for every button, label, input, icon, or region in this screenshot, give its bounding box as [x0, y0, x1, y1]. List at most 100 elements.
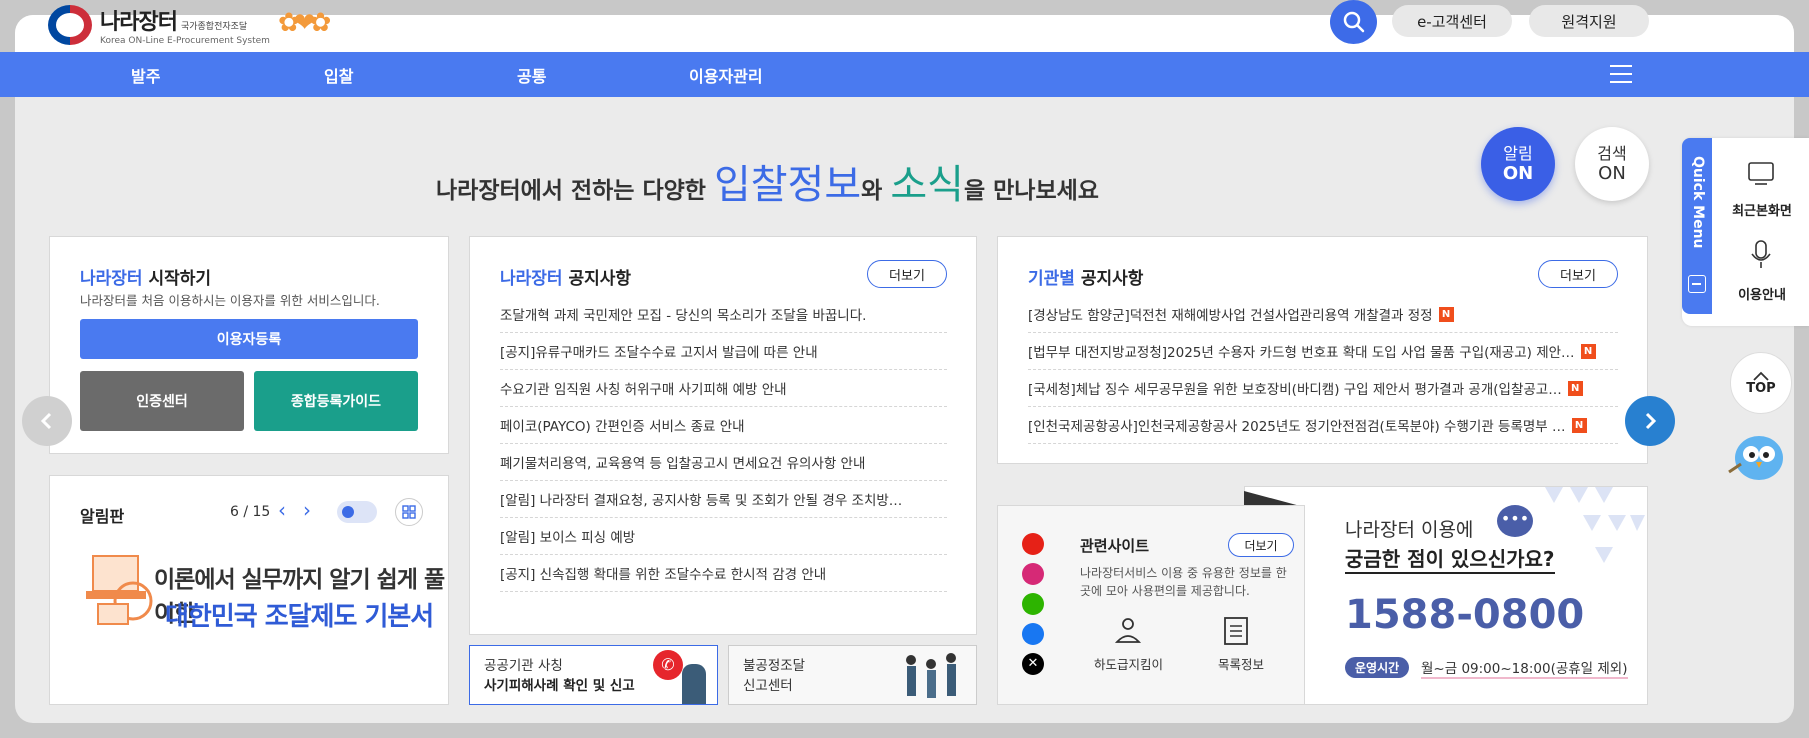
- notice-item[interactable]: 페이코(PAYCO) 간편인증 서비스 종료 안내: [500, 407, 947, 444]
- top-label: TOP: [1746, 380, 1776, 396]
- nav-item-bid[interactable]: 입찰: [324, 63, 353, 87]
- agency-notice-item[interactable]: [경상남도 함양군]덕전천 재해예방사업 건설사업관리용역 개찰결과 정정 N: [1028, 296, 1618, 333]
- quick-menu-recent[interactable]: 최근본화면: [1727, 200, 1797, 219]
- fraud-report-promo[interactable]: 공공기관 사칭 사기피해사례 확인 및 신고 ✆: [469, 645, 718, 705]
- agency-notices-list: [경상남도 함양군]덕전천 재해예방사업 건설사업관리용역 개찰결과 정정 N […: [1028, 296, 1618, 444]
- agency-notice-item[interactable]: [인천국제공항공사]인천국제공항공사 2025년도 정기안전점검(토목분야) 수…: [1028, 407, 1618, 444]
- headline-prefix: 나라장터에서 전하는 다양한: [436, 178, 706, 204]
- related-sites-desc: 나라장터서비스 이용 중 유용한 정보를 한 곳에 모아 사용편의를 제공합니다…: [1080, 566, 1287, 598]
- agency-notices-more-button[interactable]: 더보기: [1538, 260, 1618, 288]
- collapse-icon[interactable]: [1688, 275, 1706, 293]
- callcenter-phone[interactable]: 1588-0800: [1345, 592, 1584, 638]
- agency-notice-text: [인천국제공항공사]인천국제공항공사 2025년도 정기안전점검(토목분야) 수…: [1028, 419, 1566, 435]
- agency-notice-text: [법무부 대전지방교정청]2025년 수용자 카드형 번호표 확대 도입 사업 …: [1028, 345, 1575, 361]
- related-link-catalog[interactable]: 목록정보: [1218, 654, 1264, 673]
- search-button[interactable]: [1330, 0, 1377, 44]
- related-link-subcontract[interactable]: 하도급지킴이: [1094, 654, 1163, 673]
- facebook-icon[interactable]: [1022, 623, 1044, 645]
- callcenter-line2: 궁금한 점이 있으신가요?: [1345, 543, 1555, 574]
- reg-guide-button[interactable]: 종합등록가이드: [254, 371, 418, 431]
- notice-item-text: 조달개혁 과제 국민제안 모집 - 당신의 목소리가 조달을 바꿉니다.: [500, 308, 867, 324]
- mascot-character-icon[interactable]: [1727, 428, 1787, 483]
- notice-item[interactable]: [알림] 나라장터 결재요청, 공지사항 등록 및 조회가 안될 경우 조치방…: [500, 481, 947, 518]
- board-prev-arrow-icon[interactable]: ‹: [278, 498, 286, 522]
- related-sites-more-button[interactable]: 더보기: [1228, 533, 1294, 557]
- agency-notices-card: 기관별 공지사항 더보기 [경상남도 함양군]덕전천 재해예방사업 건설사업관리…: [997, 236, 1648, 464]
- agency-title-highlight: 기관별: [1028, 269, 1075, 289]
- microphone-icon: [1750, 240, 1772, 270]
- nav-item-order[interactable]: 발주: [131, 63, 160, 87]
- main-nav: 발주 입찰 공통 이용자관리: [0, 52, 1809, 97]
- youtube-icon[interactable]: [1022, 533, 1044, 555]
- new-badge: N: [1571, 417, 1587, 433]
- chevron-left-icon: [40, 412, 52, 430]
- blog-icon[interactable]: [1022, 593, 1044, 615]
- people-illustration-icon: [899, 650, 964, 700]
- headline-news: 소식: [890, 162, 964, 208]
- alert-on-state: ON: [1502, 163, 1534, 184]
- notices-more-button[interactable]: 더보기: [867, 260, 947, 288]
- board-banner-line2[interactable]: 대한민국 조달제도 기본서: [165, 596, 434, 633]
- agency-notice-text: [경상남도 함양군]덕전천 재해예방사업 건설사업관리용역 개찰결과 정정: [1028, 308, 1433, 324]
- notice-item[interactable]: 조달개혁 과제 국민제안 모집 - 당신의 목소리가 조달을 바꿉니다.: [500, 296, 947, 333]
- taegeuk-logo-icon: [48, 5, 92, 45]
- new-badge: N: [1580, 343, 1596, 359]
- alert-on-toggle[interactable]: 알림 ON: [1481, 127, 1555, 201]
- hamburger-menu-icon[interactable]: [1610, 65, 1632, 85]
- new-badge: N: [1438, 306, 1454, 322]
- callcenter-line1: 나라장터 이용에: [1345, 519, 1474, 541]
- scroll-top-button[interactable]: TOP: [1730, 352, 1792, 414]
- prev-slide-button[interactable]: [22, 396, 72, 446]
- chevron-right-icon: [1645, 412, 1657, 430]
- recent-screen-icon: [1748, 162, 1774, 186]
- notice-item[interactable]: [알림] 보이스 피싱 예방: [500, 518, 947, 555]
- chevron-up-icon: [1753, 371, 1769, 381]
- board-next-arrow-icon[interactable]: ›: [303, 498, 311, 522]
- site-logo[interactable]: 나라장터 국가종합전자조달 Korea ON-Line E-Procuremen…: [48, 4, 270, 46]
- notice-item[interactable]: 수요기관 임직원 사칭 허위구매 사기피해 예방 안내: [500, 370, 947, 407]
- notices-title: 나라장터 공지사항: [500, 264, 631, 289]
- remote-support-button[interactable]: 원격지원: [1529, 5, 1649, 37]
- headline-suffix: 을 만나보세요: [963, 178, 1099, 204]
- instagram-icon[interactable]: [1022, 563, 1044, 585]
- nav-item-common[interactable]: 공통: [517, 63, 546, 87]
- nav-item-user-management[interactable]: 이용자관리: [689, 63, 763, 87]
- agency-notice-text: [국세청]체납 징수 세무공무원을 위한 보호장비(바디캠) 구입 제안서 평가…: [1028, 382, 1562, 398]
- user-register-button[interactable]: 이용자등록: [80, 319, 418, 359]
- unfair-procurement-promo[interactable]: 불공정조달 신고센터: [728, 645, 977, 705]
- logo-subtitle-kr: 국가종합전자조달: [180, 22, 248, 32]
- cert-center-button[interactable]: 인증센터: [80, 371, 244, 431]
- next-slide-button[interactable]: [1625, 396, 1675, 446]
- laptop-illustration-icon: [78, 546, 163, 631]
- notices-list: 조달개혁 과제 국민제안 모집 - 당신의 목소리가 조달을 바꿉니다. [공지…: [500, 296, 947, 592]
- agency-title-text: 공지사항: [1074, 269, 1144, 289]
- start-title-highlight: 나라장터: [80, 269, 143, 289]
- hero-headline: 나라장터에서 전하는 다양한 입찰정보와 소식을 만나보세요: [436, 152, 1099, 210]
- agency-notice-item[interactable]: [국세청]체납 징수 세무공무원을 위한 보호장비(바디캠) 구입 제안서 평가…: [1028, 370, 1618, 407]
- notice-item-text: 페이코(PAYCO) 간편인증 서비스 종료 안내: [500, 419, 745, 435]
- subcontract-guard-icon: [1113, 616, 1143, 646]
- notice-item-text: 수요기관 임직원 사칭 허위구매 사기피해 예방 안내: [500, 382, 787, 398]
- toggle-knob-icon: [342, 506, 354, 518]
- related-sites-title: 관련사이트: [1080, 537, 1150, 555]
- notice-item[interactable]: [공지] 신속집행 확대를 위한 조달수수료 한시적 감경 안내: [500, 555, 947, 592]
- triangle-pattern-icon: [1545, 487, 1645, 567]
- quick-menu-guide[interactable]: 이용안내: [1727, 284, 1797, 303]
- x-twitter-icon[interactable]: ✕: [1022, 653, 1044, 675]
- customer-center-button[interactable]: e-고객센터: [1392, 5, 1512, 37]
- logo-title: 나라장터: [100, 10, 178, 35]
- notice-item-text: [공지] 신속집행 확대를 위한 조달수수료 한시적 감경 안내: [500, 567, 827, 583]
- notice-item[interactable]: [공지]유류구매카드 조달수수료 고지서 발급에 따른 안내: [500, 333, 947, 370]
- search-on-state: ON: [1598, 163, 1626, 184]
- start-title-text: 시작하기: [142, 269, 212, 289]
- agency-notices-title: 기관별 공지사항: [1028, 264, 1143, 289]
- board-autoplay-toggle[interactable]: [337, 501, 377, 523]
- new-badge: N: [1567, 380, 1583, 396]
- board-grid-button[interactable]: [395, 498, 423, 526]
- board-card: 알림판 6 / 15 ‹ › 이론에서 실무까지 알기 쉽게 풀이한 대한민국 …: [49, 475, 449, 705]
- quick-menu-tab-label: Quick Menu: [1690, 156, 1706, 249]
- person-illustration-icon: [682, 664, 706, 704]
- notice-item[interactable]: 폐기물처리용역, 교육용역 등 입찰공고시 면세요건 유의사항 안내: [500, 444, 947, 481]
- search-on-toggle[interactable]: 검색 ON: [1575, 127, 1649, 201]
- agency-notice-item[interactable]: [법무부 대전지방교정청]2025년 수용자 카드형 번호표 확대 도입 사업 …: [1028, 333, 1618, 370]
